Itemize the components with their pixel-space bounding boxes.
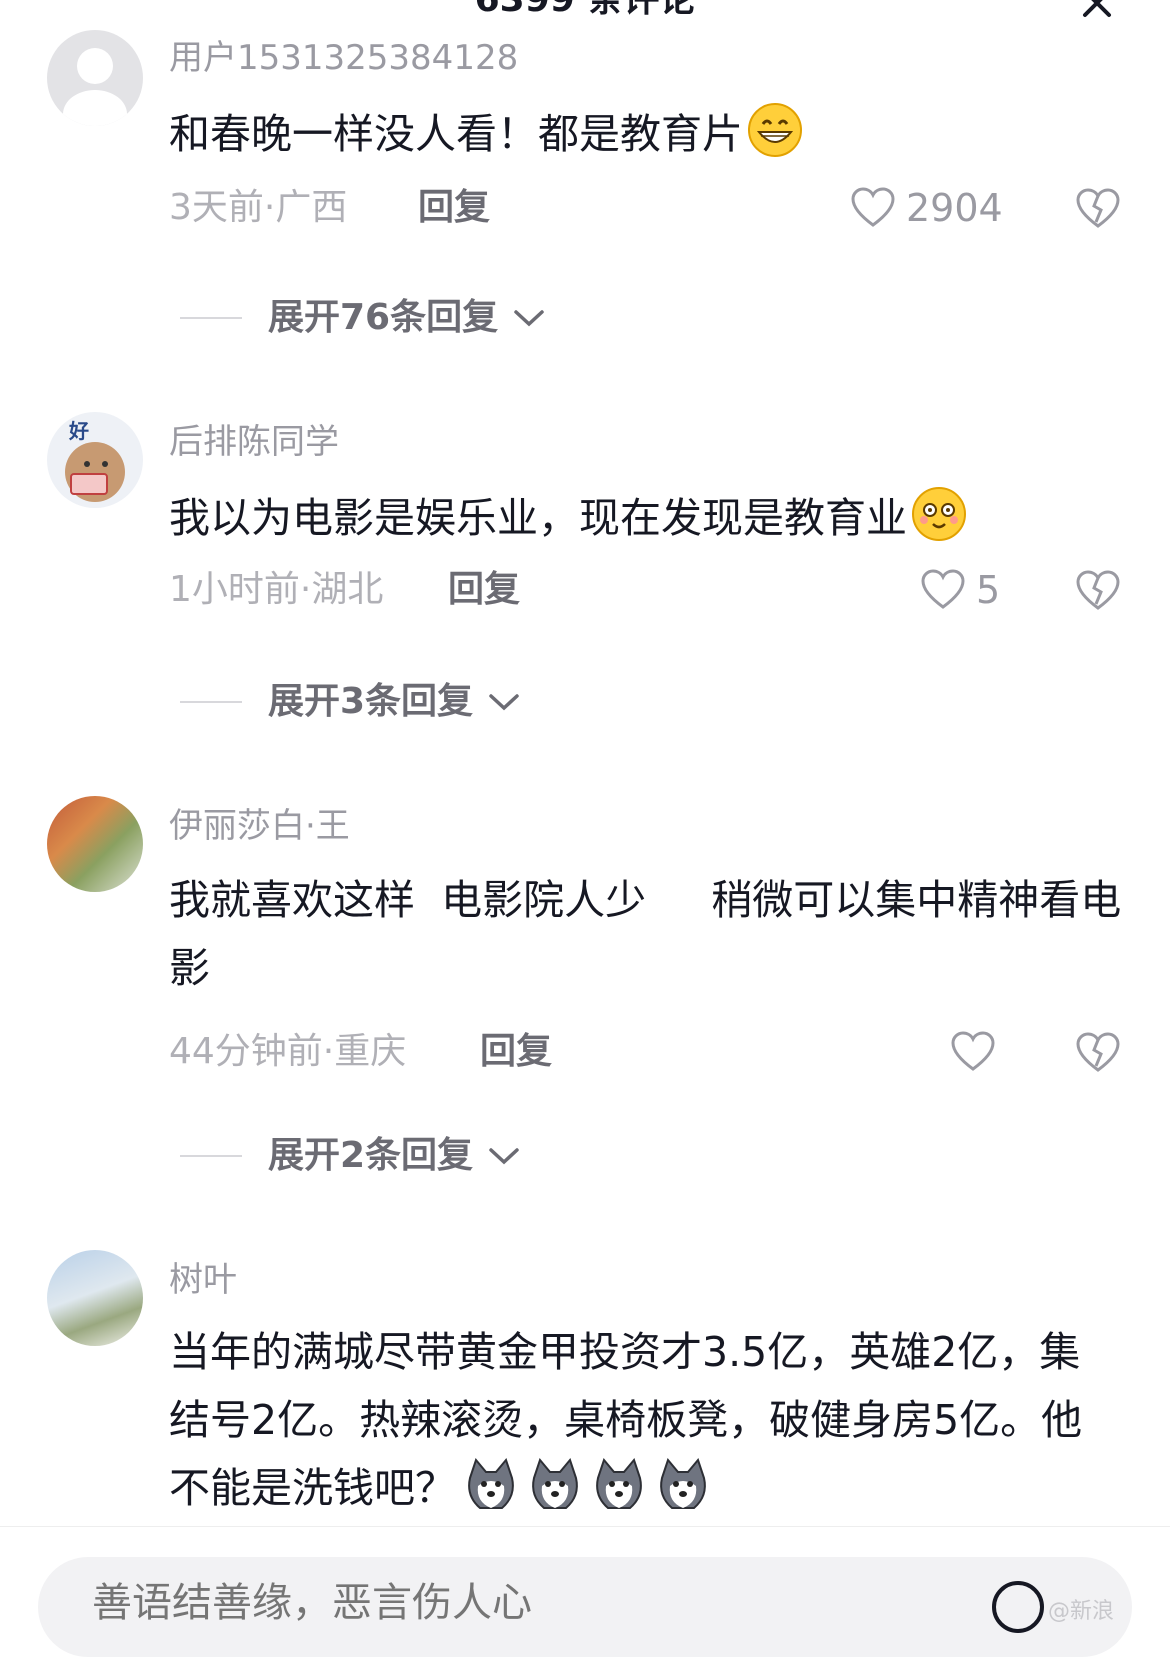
comment-text: 我就喜欢这样 电影院人少 稍微可以集中精神看电影 (169, 876, 1122, 992)
comment-input[interactable] (90, 1579, 794, 1627)
avatar[interactable] (47, 1250, 143, 1346)
comments-count-title: 6399 条评论 (0, 0, 1170, 22)
comment-text: 和春晚一样没人看！都是教育片 (169, 100, 1129, 168)
like-button[interactable]: 2904 (850, 184, 1003, 232)
dislike-heart-icon[interactable] (1075, 568, 1121, 614)
husky-emoji-icon (532, 1457, 578, 1509)
like-button[interactable] (950, 1028, 1006, 1076)
comment-username[interactable]: 用户1531325384128 (169, 36, 518, 80)
avatar[interactable]: 好 (47, 412, 143, 508)
like-button[interactable]: 5 (920, 566, 1000, 614)
reply-button[interactable]: 回复 (480, 1030, 552, 1074)
husky-emoji-icon (660, 1457, 706, 1509)
husky-emoji-icon (596, 1457, 642, 1509)
like-count: 5 (976, 568, 1001, 612)
heart-icon (921, 569, 965, 609)
comment-text-body: 和春晚一样没人看！都是教育片 (169, 110, 743, 158)
expand-replies-button[interactable]: 展开3条回复 (180, 680, 521, 724)
comment-input-container[interactable]: @新浪 (38, 1557, 1132, 1657)
like-count: 2904 (906, 186, 1003, 230)
divider-line (180, 317, 242, 319)
heart-icon (851, 187, 895, 227)
comment-username[interactable]: 树叶 (169, 1258, 237, 1302)
comment-username[interactable]: 伊丽莎白·王 (169, 804, 350, 848)
mention-icon[interactable] (988, 1577, 1048, 1637)
expand-replies-button[interactable]: 展开76条回复 (180, 296, 546, 340)
comment-meta: 3天前·广西 (169, 187, 348, 228)
default-avatar-icon (63, 48, 127, 126)
close-icon[interactable] (1080, 0, 1114, 20)
chevron-down-icon (489, 694, 519, 711)
expand-replies-button[interactable]: 展开2条回复 (180, 1134, 521, 1178)
divider-line (180, 701, 242, 703)
comment-text-body: 我以为电影是娱乐业，现在发现是教育业 (169, 494, 907, 542)
watermark: @新浪 (1048, 1599, 1115, 1624)
reply-button[interactable]: 回复 (418, 186, 490, 230)
chevron-down-icon (514, 310, 544, 327)
expand-replies-label: 展开2条回复 (268, 1135, 474, 1176)
expand-replies-label: 展开3条回复 (268, 681, 474, 722)
avatar[interactable] (47, 30, 143, 126)
chevron-down-icon (489, 1148, 519, 1165)
comment-text: 我以为电影是娱乐业，现在发现是教育业 (169, 484, 1129, 552)
heart-icon (951, 1031, 995, 1071)
comment-meta: 1小时前·湖北 (169, 569, 384, 610)
avatar-sticker-text: 好 (68, 419, 89, 443)
expand-replies-label: 展开76条回复 (268, 297, 499, 338)
dislike-heart-icon[interactable] (1075, 186, 1121, 232)
blushing-emoji-icon (912, 487, 966, 541)
husky-emoji-group (456, 1457, 712, 1512)
grin-emoji-icon (748, 103, 802, 157)
cartoon-avatar-icon: 好 (65, 419, 125, 502)
comment-meta: 44分钟前·重庆 (169, 1031, 407, 1072)
reply-button[interactable]: 回复 (448, 568, 520, 612)
comment-username[interactable]: 后排陈同学 (169, 420, 339, 464)
divider-line (180, 1155, 242, 1157)
comment-text: 当年的满城尽带黄金甲投资才3.5亿，英雄2亿，集结号2亿。热辣滚烫，桌椅板凳，破… (169, 1318, 1099, 1522)
comment-input-bar: @新浪 (0, 1526, 1170, 1657)
husky-emoji-icon (468, 1457, 514, 1509)
dislike-heart-icon[interactable] (1075, 1030, 1121, 1076)
avatar[interactable] (47, 796, 143, 892)
